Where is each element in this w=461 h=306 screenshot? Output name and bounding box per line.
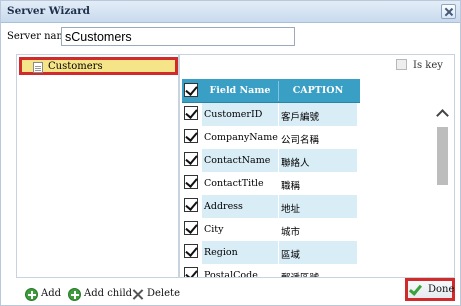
table-row[interactable]: ContactTitle 職稱 <box>182 172 360 195</box>
done-button[interactable]: Done <box>405 278 455 301</box>
row-checkbox[interactable] <box>184 175 198 189</box>
caption-cell[interactable]: 職稱 <box>279 172 357 195</box>
table-row[interactable]: Region 區域 <box>182 241 360 264</box>
footer-toolbar: Add Add child Delete <box>1 281 460 305</box>
field-name-header[interactable]: Field Name <box>202 85 278 96</box>
field-name-cell: City <box>204 224 224 235</box>
caption-cell[interactable]: 郵遞區號 <box>279 264 357 277</box>
table-row[interactable]: City 城市 <box>182 218 360 241</box>
done-label: Done <box>428 284 455 295</box>
table-row[interactable]: PostalCode 郵遞區號 <box>182 264 360 277</box>
caption-cell[interactable]: 地址 <box>279 195 357 218</box>
field-name-cell: CompanyName <box>204 132 278 143</box>
check-icon <box>408 282 423 296</box>
dialog-title: Server Wizard <box>7 5 91 17</box>
title-bar: Server Wizard <box>1 1 460 23</box>
caption-header[interactable]: CAPTION <box>279 85 357 96</box>
tree-item-customers[interactable]: Customers <box>19 57 178 75</box>
field-name-cell: Region <box>202 241 278 264</box>
caption-cell[interactable]: 客戶編號 <box>279 103 357 126</box>
field-name-cell: CustomerID <box>202 103 278 126</box>
field-name-cell: ContactTitle <box>204 178 264 189</box>
add-icon <box>25 288 38 301</box>
vertical-scrollbar[interactable] <box>436 99 450 277</box>
field-name-cell: Address <box>202 195 278 218</box>
close-icon[interactable] <box>441 4 456 19</box>
scroll-up-icon[interactable] <box>436 109 449 122</box>
table-row[interactable]: CustomerID 客戶編號 <box>182 103 360 126</box>
add-child-label: Add child <box>84 288 133 299</box>
row-checkbox[interactable] <box>184 129 198 143</box>
add-label: Add <box>41 288 62 299</box>
add-child-icon <box>68 288 81 301</box>
caption-cell[interactable]: 聯絡人 <box>279 149 357 172</box>
fields-grid: Field Name CAPTION CustomerID 客戶編號 Compa… <box>182 79 360 277</box>
delete-icon <box>132 289 143 300</box>
row-checkbox[interactable] <box>184 244 198 258</box>
grid-header: Field Name CAPTION <box>182 79 360 103</box>
table-row[interactable]: Address 地址 <box>182 195 360 218</box>
server-name-input[interactable] <box>61 27 295 46</box>
row-checkbox[interactable] <box>184 198 198 212</box>
is-key-checkbox[interactable] <box>396 59 407 70</box>
field-name-cell: ContactName <box>202 149 278 172</box>
document-icon <box>33 62 43 73</box>
tree-panel: Customers <box>16 54 179 278</box>
scrollbar-thumb[interactable] <box>437 127 448 185</box>
tree-item-label: Customers <box>48 61 103 72</box>
row-checkbox[interactable] <box>184 106 198 120</box>
select-all-checkbox[interactable] <box>184 83 198 97</box>
caption-cell[interactable]: 區域 <box>279 241 357 264</box>
is-key-option[interactable]: Is key <box>396 59 443 71</box>
server-wizard-dialog: Server Wizard Server name: Customers Is … <box>0 0 461 306</box>
delete-label: Delete <box>147 288 180 299</box>
caption-cell[interactable]: 公司名稱 <box>279 126 357 149</box>
row-checkbox[interactable] <box>184 152 198 166</box>
row-checkbox[interactable] <box>184 221 198 235</box>
is-key-label: Is key <box>413 60 443 71</box>
fields-panel: Is key Field Name CAPTION CustomerID 客戶編… <box>179 54 455 278</box>
table-row[interactable]: ContactName 聯絡人 <box>182 149 360 172</box>
table-row[interactable]: CompanyName 公司名稱 <box>182 126 360 149</box>
field-name-cell: PostalCode <box>204 270 258 277</box>
row-checkbox[interactable] <box>184 267 198 277</box>
caption-cell[interactable]: 城市 <box>279 218 357 241</box>
